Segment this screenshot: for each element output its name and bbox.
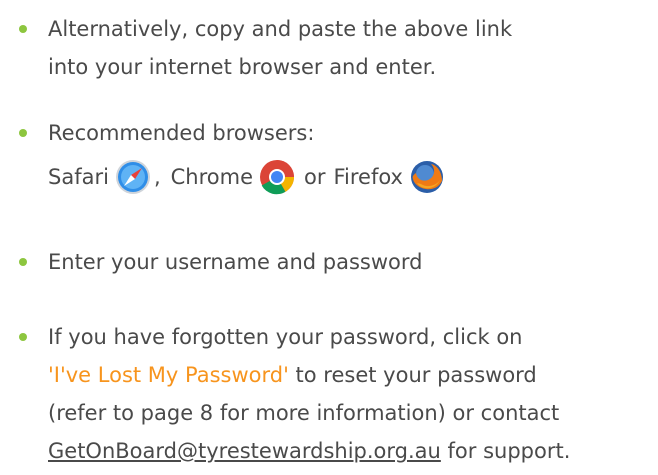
copy-link-line-1: Alternatively, copy and paste the above … — [48, 17, 513, 41]
list-item-text: If you have forgotten your password, cli… — [48, 318, 570, 470]
browsers-heading: Recommended browsers: — [48, 121, 315, 145]
chrome-icon — [259, 159, 295, 195]
copy-link-line-2: into your internet browser and enter. — [48, 55, 437, 79]
forgot-line-2: 'I've Lost My Password' to reset your pa… — [48, 356, 570, 394]
separator-comma: , — [153, 165, 161, 189]
bullet-icon — [19, 25, 27, 33]
bullet-icon — [19, 258, 27, 266]
forgot-line-2-rest: to reset your password — [288, 363, 537, 387]
forgot-line-4-rest: for support. — [440, 439, 571, 463]
forgot-line-1: If you have forgotten your password, cli… — [48, 325, 523, 349]
credentials-line: Enter your username and password — [48, 250, 423, 274]
forgot-line-4: GetOnBoard@tyrestewardship.org.au for su… — [48, 432, 570, 470]
bullet-icon — [19, 333, 27, 341]
chrome-label: Chrome — [170, 165, 253, 189]
list-item-text: Recommended browsers: Safari , Chrome or… — [48, 114, 448, 204]
bullet-icon — [19, 129, 27, 137]
safari-icon — [115, 159, 151, 195]
list-item-text: Enter your username and password — [48, 243, 422, 281]
lost-password-link[interactable]: 'I've Lost My Password' — [48, 363, 289, 387]
list-item-text: Alternatively, copy and paste the above … — [48, 10, 512, 86]
firefox-icon — [409, 159, 445, 195]
forgot-line-3: (refer to page 8 for more information) o… — [48, 401, 560, 425]
safari-label: Safari — [48, 165, 109, 189]
support-email-link[interactable]: GetOnBoard@tyrestewardship.org.au — [48, 439, 441, 463]
or-label: or — [304, 165, 326, 189]
browser-list: Safari , Chrome or Firefox — [48, 150, 448, 204]
firefox-label: Firefox — [333, 165, 403, 189]
